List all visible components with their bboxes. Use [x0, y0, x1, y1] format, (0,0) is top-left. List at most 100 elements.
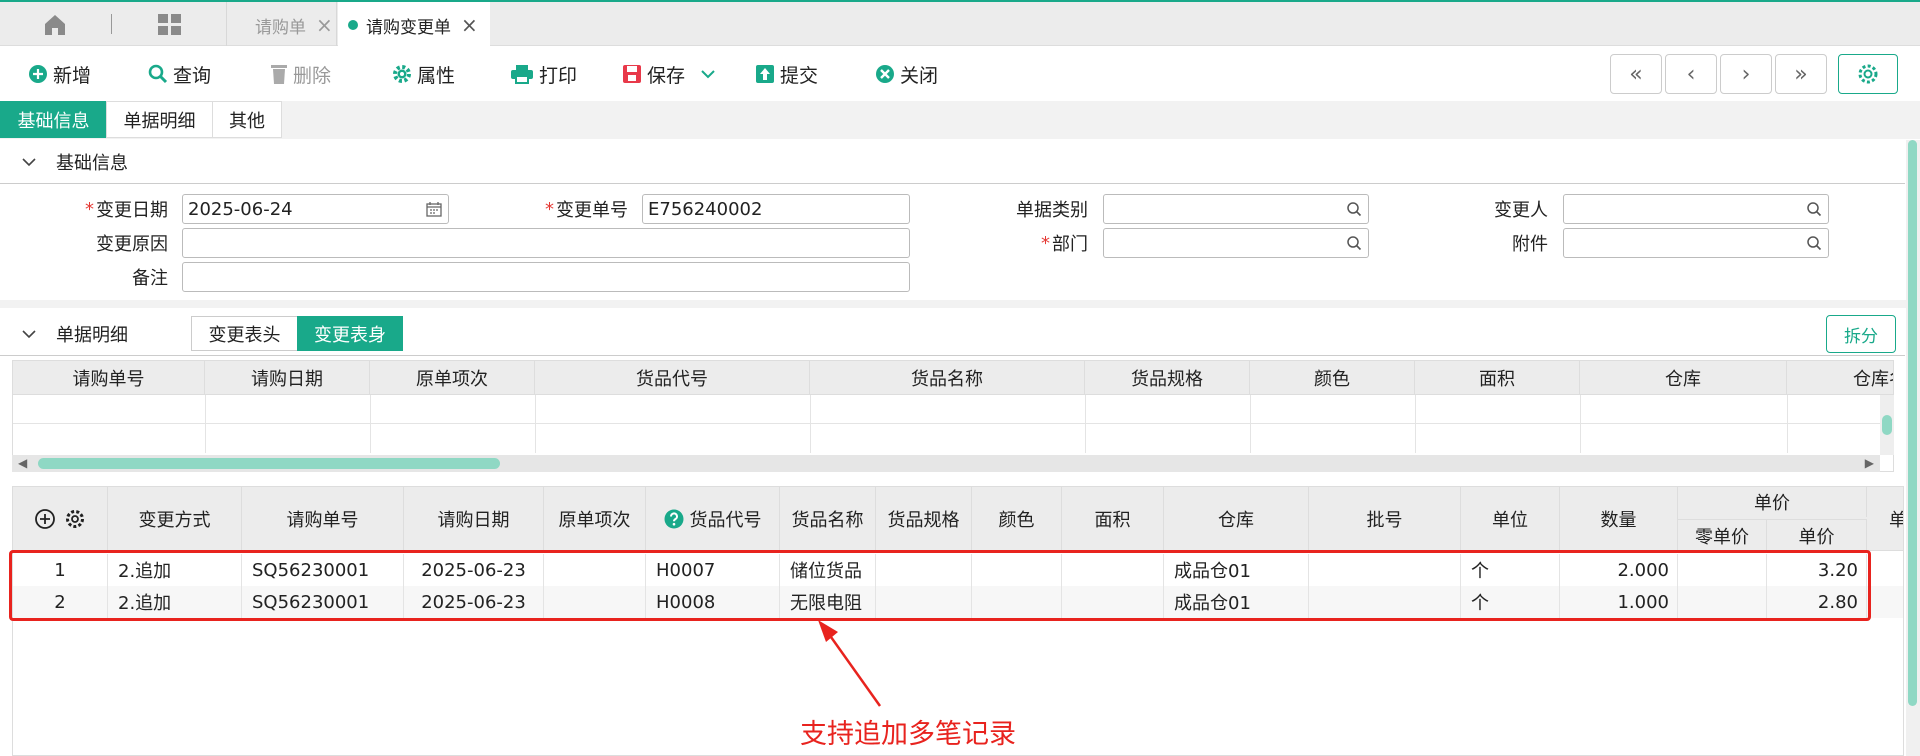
column-header[interactable]: 仓库 [1164, 487, 1309, 551]
cell-retail-price[interactable] [1678, 586, 1767, 618]
cell-retail-price[interactable] [1678, 554, 1767, 586]
cell-req-no[interactable]: SQ56230001 [242, 586, 404, 618]
column-header[interactable]: 批号 [1309, 487, 1461, 551]
column-header[interactable]: 货品名称 [780, 487, 876, 551]
tab-basic-info[interactable]: 基础信息 [0, 101, 107, 138]
calendar-icon[interactable] [426, 201, 442, 217]
apps-grid-icon[interactable] [157, 13, 183, 37]
cell-item-spec[interactable] [876, 554, 972, 586]
cell-unit[interactable]: 个 [1461, 586, 1560, 618]
column-header[interactable]: 单 [1867, 487, 1903, 551]
column-header[interactable]: 数量 [1560, 487, 1678, 551]
cell-batch[interactable] [1309, 554, 1461, 586]
last-record-button[interactable]: » [1775, 54, 1827, 94]
search-icon[interactable] [1346, 201, 1362, 217]
tab-purchase-change[interactable]: 请购变更单 × [338, 2, 490, 48]
query-button[interactable]: 查询 [148, 60, 211, 88]
close-icon[interactable]: × [316, 13, 333, 37]
cell-method[interactable]: 2.追加 [108, 554, 242, 586]
column-header[interactable]: 零单价 [1678, 519, 1767, 551]
scrollbar-thumb[interactable] [38, 458, 500, 469]
cell-warehouse[interactable]: 成品仓01 [1164, 554, 1309, 586]
column-header[interactable]: 请购日期 [404, 487, 544, 551]
scroll-right-icon[interactable]: ▶ [1865, 456, 1874, 470]
cell-batch[interactable] [1309, 586, 1461, 618]
column-header[interactable]: 仓库名 [1787, 361, 1893, 395]
split-button[interactable]: 拆分 [1826, 315, 1896, 353]
table-row[interactable]: 2 2.追加 SQ56230001 2025-06-23 H0008 无限电阻 … [13, 586, 1903, 618]
column-header[interactable]: 单位 [1461, 487, 1560, 551]
column-header[interactable]: 颜色 [1250, 361, 1415, 395]
tab-doc-detail[interactable]: 单据明细 [106, 101, 213, 138]
column-header[interactable]: 面积 [1415, 361, 1580, 395]
scroll-left-icon[interactable]: ◀ [18, 456, 27, 470]
cell-req-date[interactable]: 2025-06-23 [404, 586, 544, 618]
next-record-button[interactable]: › [1720, 54, 1772, 94]
submit-button[interactable]: 提交 [755, 60, 818, 88]
column-header[interactable]: 货品代号 [535, 361, 810, 395]
tab-other[interactable]: 其他 [212, 101, 282, 138]
column-header[interactable]: 仓库 [1580, 361, 1787, 395]
doc-type-field[interactable] [1103, 194, 1369, 224]
properties-button[interactable]: 属性 [392, 60, 455, 88]
column-header[interactable]: 货品代号 [646, 487, 780, 551]
horizontal-scrollbar[interactable]: ◀ ▶ [12, 455, 1880, 472]
table-row[interactable]: 1 2.追加 SQ56230001 2025-06-23 H0007 储位货品 … [13, 554, 1903, 586]
column-header[interactable]: 原单项次 [544, 487, 646, 551]
tab-change-body[interactable]: 变更表身 [297, 316, 403, 351]
delete-button[interactable]: 删除 [270, 60, 331, 88]
column-header[interactable]: 货品名称 [810, 361, 1085, 395]
column-header[interactable]: 面积 [1062, 487, 1164, 551]
cell-warehouse[interactable]: 成品仓01 [1164, 586, 1309, 618]
tab-change-header[interactable]: 变更表头 [191, 316, 298, 351]
cell-area[interactable] [1062, 586, 1164, 618]
cell-item-code[interactable]: H0007 [646, 554, 780, 586]
save-dropdown-chevron-icon[interactable] [700, 60, 716, 88]
cell-orig-item[interactable] [544, 554, 646, 586]
cell-color[interactable] [972, 554, 1062, 586]
column-settings-gear-icon[interactable] [64, 508, 86, 530]
home-icon[interactable] [42, 12, 68, 38]
close-button[interactable]: 关闭 [875, 60, 938, 88]
column-header[interactable]: 原单项次 [370, 361, 535, 395]
column-header[interactable]: 颜色 [972, 487, 1062, 551]
column-header[interactable]: 请购单号 [13, 361, 205, 395]
cell-item-spec[interactable] [876, 586, 972, 618]
column-header[interactable]: 变更方式 [108, 487, 242, 551]
scrollbar-thumb[interactable] [1908, 140, 1917, 706]
help-icon[interactable] [664, 509, 684, 529]
change-no-field[interactable]: E756240002 [642, 194, 910, 224]
cell-color[interactable] [972, 586, 1062, 618]
search-icon[interactable] [1346, 235, 1362, 251]
search-icon[interactable] [1806, 201, 1822, 217]
cell-qty[interactable]: 2.000 [1560, 554, 1678, 586]
search-icon[interactable] [1806, 235, 1822, 251]
cell-price[interactable]: 2.80 [1767, 586, 1867, 618]
cell-unit[interactable]: 个 [1461, 554, 1560, 586]
cell-price[interactable]: 3.20 [1767, 554, 1867, 586]
vertical-scrollbar[interactable] [1880, 395, 1894, 455]
changer-field[interactable] [1563, 194, 1829, 224]
cell-item-name[interactable]: 储位货品 [780, 554, 876, 586]
cell-item-name[interactable]: 无限电阻 [780, 586, 876, 618]
reason-field[interactable] [182, 228, 910, 258]
column-header[interactable]: 货品规格 [1085, 361, 1250, 395]
cell-item-code[interactable]: H0008 [646, 586, 780, 618]
attachment-field[interactable] [1563, 228, 1829, 258]
page-scrollbar[interactable] [1906, 140, 1920, 756]
cell-req-no[interactable]: SQ56230001 [242, 554, 404, 586]
cell-qty[interactable]: 1.000 [1560, 586, 1678, 618]
close-icon[interactable]: × [461, 13, 478, 37]
add-button[interactable]: 新增 [28, 60, 91, 88]
column-header[interactable]: 货品规格 [876, 487, 972, 551]
settings-button[interactable] [1838, 54, 1898, 94]
change-date-field[interactable]: 2025-06-24 [182, 194, 449, 224]
add-row-icon[interactable] [34, 508, 56, 530]
column-header[interactable]: 请购日期 [205, 361, 370, 395]
cell-area[interactable] [1062, 554, 1164, 586]
save-button[interactable]: 保存 [622, 60, 685, 88]
scrollbar-thumb[interactable] [1882, 415, 1892, 435]
dept-field[interactable] [1103, 228, 1369, 258]
first-record-button[interactable]: « [1610, 54, 1662, 94]
prev-record-button[interactable]: ‹ [1665, 54, 1717, 94]
